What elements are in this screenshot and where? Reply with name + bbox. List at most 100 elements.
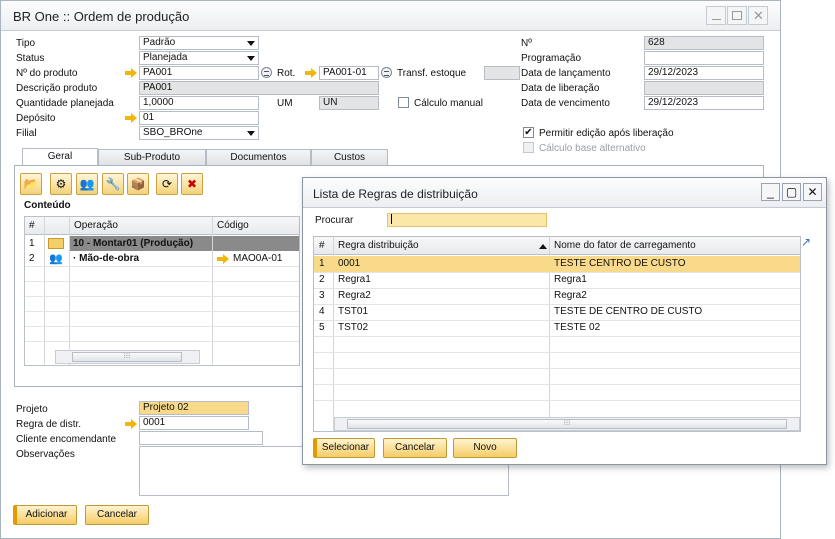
box-icon[interactable]: 📦 [127,173,149,195]
rule-cell: TST02 [338,322,369,333]
link-arrow-icon[interactable] [217,254,229,264]
dialog-maximize-button[interactable]: ▢ [782,183,801,201]
status-select[interactable]: Planejada [139,51,259,65]
col-operation[interactable]: Operação [71,218,211,233]
row-num: 5 [319,322,325,333]
alt-base-calc-label: Cálculo base alternativo [539,143,646,154]
dialog-close-button[interactable]: ✕ [803,183,822,201]
rule-cell: 0001 [338,258,361,269]
table-row[interactable]: 3 Regra2 Regra2 [314,288,800,304]
nprod-label: Nº do produto [16,68,78,79]
table-row[interactable]: 2 👥 · Mão-de-obra MAO0A-01 [25,251,299,266]
um-label: UM [277,98,293,109]
rule-cell: Regra2 [338,290,371,301]
refresh-icon[interactable]: ⟳ [156,173,178,195]
close-icon: ✕ [807,185,818,199]
posting-date-field[interactable]: 29/12/2023 [644,66,764,80]
table-row[interactable]: 2 Regra1 Regra1 [314,272,800,288]
projeto-label: Projeto [16,404,48,415]
link-arrow-icon[interactable] [125,419,137,429]
link-arrow-icon[interactable] [125,113,137,123]
product-number-field[interactable]: PA001 [139,66,259,80]
lib-label: Data de liberação [521,83,600,94]
users-icon[interactable]: 👥 [76,173,98,195]
scroll-thumb[interactable]: ⁝⁝⁝ [347,419,787,429]
search-input[interactable] [387,213,547,227]
warehouse-field[interactable]: 01 [139,111,259,125]
tipo-label: Tipo [16,38,36,49]
dialog-title: Lista de Regras de distribuição [313,187,478,201]
row-num: 2 [29,253,35,264]
schedule-field[interactable] [644,51,764,65]
project-field[interactable]: Projeto 02 [139,401,249,415]
tab-custos[interactable]: Custos [311,149,388,165]
folder-icon[interactable]: 📂 [20,173,42,195]
minimize-icon: _ [767,185,774,199]
allow-edit-checkbox[interactable]: ✔ [523,127,534,138]
horizontal-scrollbar[interactable]: ⁝⁝⁝ [55,350,200,364]
planned-quantity-field[interactable]: 1,0000 [139,96,259,110]
row-num: 1 [319,258,325,269]
um-field: UN [319,96,379,110]
expand-icon[interactable]: ↗ [801,236,813,248]
rules-grid: # Regra distribuição Nome do fator de ca… [313,236,801,432]
title-bar[interactable]: BR One :: Ordem de produção ✕ [1,1,780,31]
table-row[interactable]: 1 10 - Montar01 (Produção) [25,236,299,251]
due-date-field[interactable]: 29/12/2023 [644,96,764,110]
grid-header: # Regra distribuição Nome do fator de ca… [314,237,800,255]
transf-field [484,66,520,80]
select-button[interactable]: Selecionar [313,438,375,458]
dialog-minimize-button[interactable]: _ [761,183,780,201]
col-num: # [29,220,35,231]
cliente-label: Cliente encomendante [16,434,117,445]
operations-grid: # Operação Código 1 10 - Montar01 (Produ… [24,216,300,366]
gear-icon[interactable]: ⚙ [50,173,72,195]
row-num: 1 [29,238,35,249]
filial-label: Filial [16,128,37,139]
code-cell: MAO0A-01 [233,253,283,264]
horizontal-scrollbar[interactable]: ⁝⁝⁝ [334,417,800,431]
rule-cell: TST01 [338,306,369,317]
table-row[interactable]: 4 TST01 TESTE DE CENTRO DE CUSTO [314,304,800,320]
table-row[interactable]: 5 TST02 TESTE 02 [314,320,800,336]
col-code[interactable]: Código [214,218,294,233]
wrench-icon[interactable]: 🔧 [102,173,124,195]
qtd-label: Quantidade planejada [16,98,114,109]
link-arrow-icon[interactable] [305,68,317,78]
list-icon[interactable] [381,67,392,78]
row-num: 2 [319,274,325,285]
scroll-thumb[interactable]: ⁝⁝⁝ [72,352,182,362]
customer-field[interactable] [139,431,263,445]
col-factor-name[interactable]: Nome do fator de carregamento [551,238,796,253]
regra-label: Regra de distr. [16,419,82,430]
sort-asc-icon [539,244,547,249]
close-button[interactable]: ✕ [748,6,768,25]
dialog-title-bar[interactable]: Lista de Regras de distribuição _ ▢ ✕ [303,178,826,208]
rule-cell: Regra1 [338,274,371,285]
tab-geral[interactable]: Geral [22,148,98,166]
dialog-cancel-button[interactable]: Cancelar [383,438,447,458]
link-arrow-icon[interactable] [125,68,137,78]
branch-select[interactable]: SBO_BROne [139,126,259,140]
close-icon: ✕ [753,8,764,23]
maximize-button[interactable] [727,6,747,25]
col-rule[interactable]: Regra distribuição [335,238,525,253]
new-button[interactable]: Novo [453,438,517,458]
cancel-button[interactable]: Cancelar [85,505,149,525]
transf-label: Transf. estoque [397,68,467,79]
add-button[interactable]: Adicionar [13,505,77,525]
window-title: BR One :: Ordem de produção [13,9,190,24]
tipo-select[interactable]: Padrão [139,36,259,50]
minimize-button[interactable] [706,6,726,25]
table-row[interactable]: 1 0001 TESTE CENTRO DE CUSTO [314,256,800,272]
desc-label: Descrição produto [16,83,98,94]
routing-field[interactable]: PA001-01 [319,66,379,80]
lanc-label: Data de lançamento [521,68,611,79]
tab-documentos[interactable]: Documentos [206,149,311,165]
tab-sub-produto[interactable]: Sub-Produto [98,149,206,165]
delete-icon[interactable]: ✖ [181,173,203,195]
list-icon[interactable] [261,67,272,78]
distribution-rule-field[interactable]: 0001 [139,416,249,430]
manual-calc-checkbox[interactable] [398,97,409,108]
release-date-field [644,81,764,95]
